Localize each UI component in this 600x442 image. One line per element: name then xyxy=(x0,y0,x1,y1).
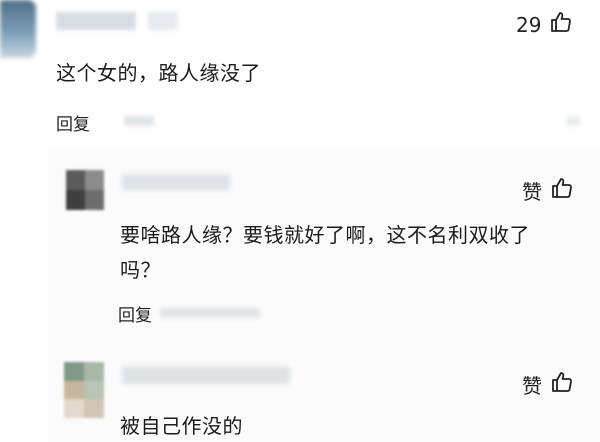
reply-meta xyxy=(124,116,154,126)
reply-text-line2: 吗？ xyxy=(120,258,161,282)
like-label: 赞 xyxy=(522,180,542,204)
reply-button[interactable]: 回复 xyxy=(56,110,90,135)
reply-text-line1: 要啥路人缘？要钱就好了啊，这不名利双收了 xyxy=(120,223,530,247)
like-label: 赞 xyxy=(522,374,542,398)
like-count: 29 xyxy=(516,12,542,37)
username[interactable] xyxy=(122,366,290,384)
thumbs-up-icon xyxy=(549,10,573,39)
comment-thread: 29 这个女的，路人缘没了 回复 赞 要啥路人缘？要钱就好了啊，这不名利双收了 … xyxy=(0,0,600,442)
reply-like[interactable]: 赞 xyxy=(522,176,574,205)
thumbs-up-icon xyxy=(550,176,574,205)
username[interactable] xyxy=(56,12,136,30)
username-extra xyxy=(148,12,178,30)
reply-panel xyxy=(48,150,600,442)
avatar[interactable] xyxy=(0,0,36,58)
avatar[interactable] xyxy=(64,362,104,418)
thumbs-up-icon xyxy=(550,370,574,399)
reply-meta xyxy=(160,308,260,318)
reply-text: 被自己作没的 xyxy=(120,414,243,438)
comment-like[interactable]: 29 xyxy=(516,10,573,39)
reply-button[interactable]: 回复 xyxy=(118,301,152,326)
comment-text: 这个女的，路人缘没了 xyxy=(56,61,261,85)
username[interactable] xyxy=(122,174,230,190)
reply-like[interactable]: 赞 xyxy=(522,370,574,399)
avatar[interactable] xyxy=(66,170,104,210)
reply-meta-dot xyxy=(566,116,580,126)
